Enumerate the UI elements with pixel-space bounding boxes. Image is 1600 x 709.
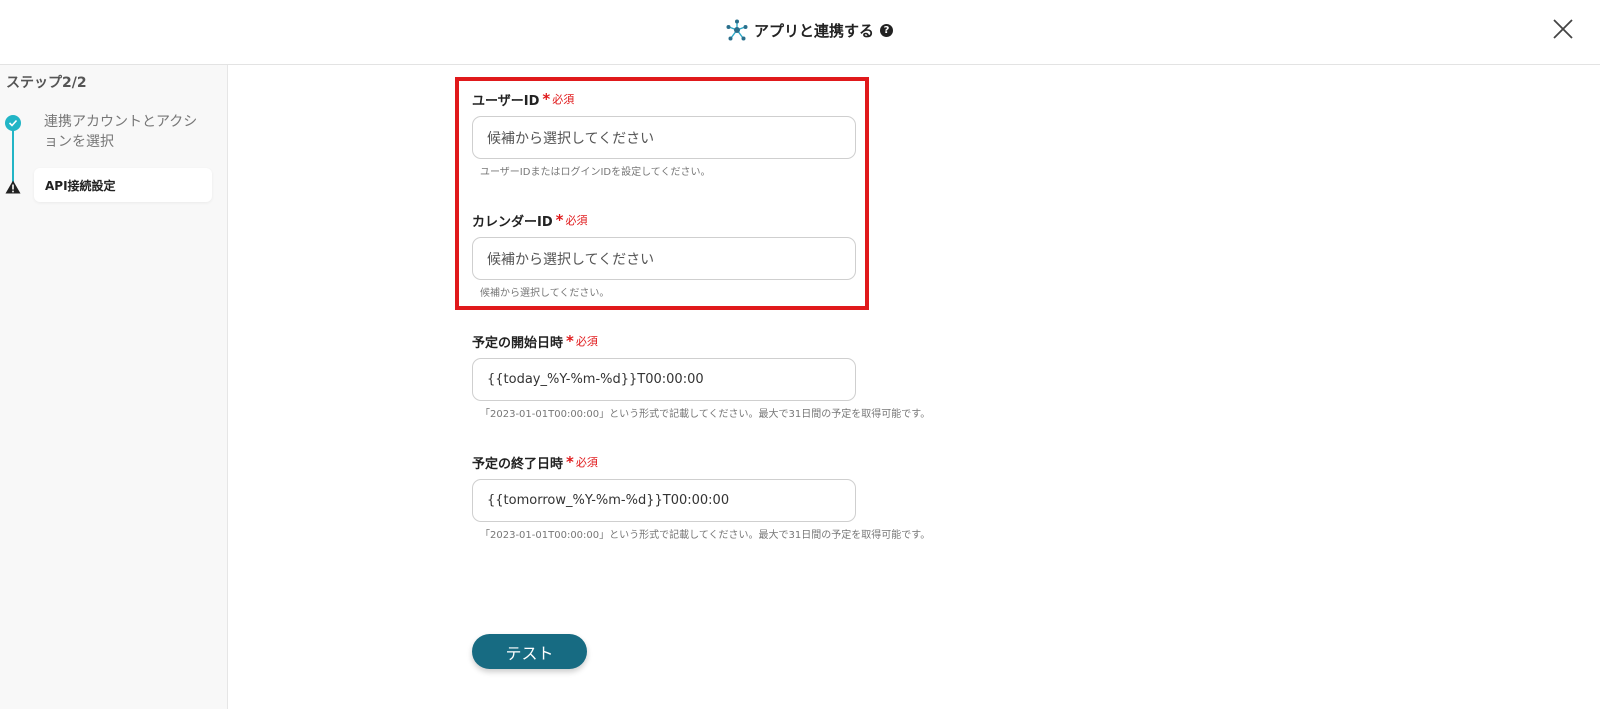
start-datetime-help: 「2023-01-01T00:00:00」という形式で記載してください。最大で3…	[480, 409, 931, 420]
required-mark: *	[566, 453, 574, 471]
calendar-id-field-group: カレンダーID * 必須 候補から選択してください 候補から選択してください。	[472, 210, 992, 299]
user-id-help: ユーザーIDまたはログインIDを設定してください。	[480, 167, 711, 178]
start-datetime-field-group: 予定の開始日時 * 必須 {{today_%Y-%m-%d}}T00:00:00…	[472, 331, 992, 420]
warning-triangle-icon	[5, 179, 21, 198]
step-item-api-settings[interactable]: API接続設定	[34, 168, 212, 202]
required-mark: *	[555, 211, 564, 229]
required-mark: *	[542, 90, 551, 108]
start-datetime-label: 予定の開始日時	[472, 335, 564, 351]
end-datetime-field-group: 予定の終了日時 * 必須 {{tomorrow_%Y-%m-%d}}T00:00…	[472, 452, 992, 541]
calendar-id-select[interactable]: 候補から選択してください	[472, 237, 856, 280]
modal-title: アプリと連携する ?	[726, 18, 894, 42]
required-text: 必須	[552, 93, 575, 106]
network-hub-icon	[726, 19, 748, 41]
calendar-id-help: 候補から選択してください。	[480, 288, 610, 299]
end-datetime-label: 予定の終了日時	[472, 456, 564, 472]
test-button[interactable]: テスト	[472, 634, 587, 669]
step-item-label: API接続設定	[45, 178, 116, 193]
steps-sidebar: ステップ2/2 連携アカウントとアクションを選択 API接続設定	[0, 65, 228, 709]
step-item-select-account[interactable]: 連携アカウントとアクションを選択	[44, 112, 204, 152]
required-text: 必須	[565, 214, 588, 227]
step-counter: ステップ2/2	[6, 75, 87, 91]
end-datetime-help: 「2023-01-01T00:00:00」という形式で記載してください。最大で3…	[480, 530, 931, 541]
calendar-id-label: カレンダーID	[472, 214, 553, 230]
modal-header: アプリと連携する ?	[0, 0, 1600, 65]
required-text: 必須	[575, 456, 598, 469]
step-connector-line	[12, 127, 14, 187]
user-id-select[interactable]: 候補から選択してください	[472, 116, 856, 159]
end-datetime-value: {{tomorrow_%Y-%m-%d}}T00:00:00	[487, 493, 730, 508]
start-datetime-input[interactable]: {{today_%Y-%m-%d}}T00:00:00	[472, 358, 856, 401]
required-mark: *	[566, 332, 574, 350]
end-datetime-input[interactable]: {{tomorrow_%Y-%m-%d}}T00:00:00	[472, 479, 856, 522]
calendar-id-placeholder: 候補から選択してください	[487, 251, 655, 268]
start-datetime-value: {{today_%Y-%m-%d}}T00:00:00	[487, 372, 704, 387]
required-text: 必須	[575, 335, 598, 348]
user-id-placeholder: 候補から選択してください	[487, 130, 655, 147]
close-button[interactable]	[1551, 17, 1575, 41]
user-id-label: ユーザーID	[472, 93, 540, 109]
title-text: アプリと連携する	[754, 21, 875, 40]
user-id-field-group: ユーザーID * 必須 候補から選択してください ユーザーIDまたはログインID…	[472, 89, 992, 178]
check-circle-icon	[5, 115, 21, 131]
close-icon	[1553, 19, 1573, 39]
question-circle-icon[interactable]: ?	[880, 23, 894, 37]
